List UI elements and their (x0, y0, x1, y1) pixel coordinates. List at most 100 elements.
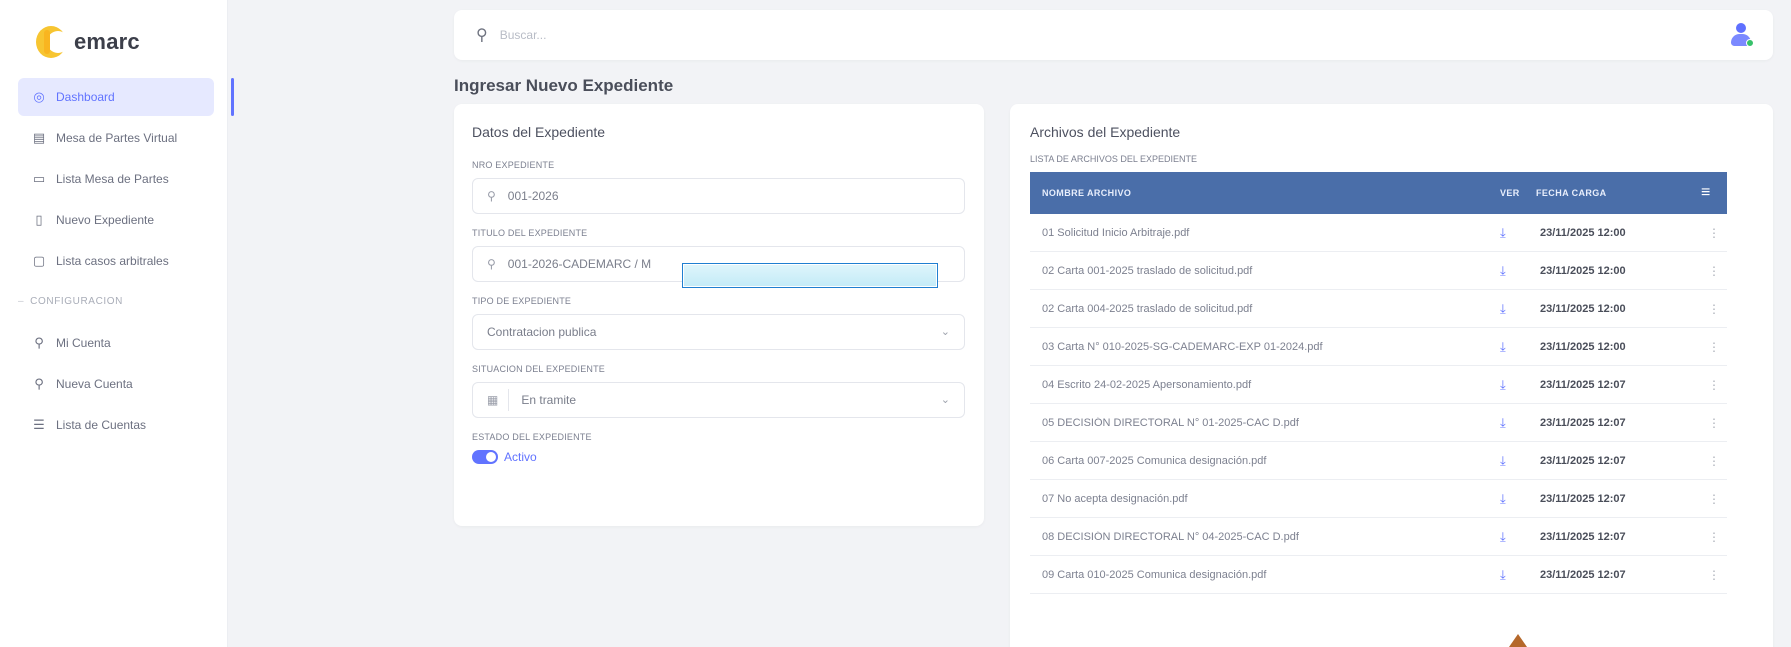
table-row[interactable]: 03 Carta N° 010-2025-SG-CADEMARC-EXP 01-… (1030, 328, 1727, 366)
upload-date: 23/11/2025 12:00 (1540, 264, 1626, 277)
file-name[interactable]: 07 No acepta designación.pdf (1030, 493, 1500, 505)
form-title: Datos del Expediente (472, 124, 606, 140)
row-menu-icon[interactable]: ⋮ (1701, 378, 1727, 392)
download-icon[interactable]: ⤓ (1500, 567, 1536, 583)
sidebar-item-nuevo-expediente[interactable]: ▯ Nuevo Expediente (18, 201, 214, 239)
document-icon: ▤ (32, 130, 46, 145)
column-header-ver[interactable]: VER (1500, 188, 1536, 198)
download-icon[interactable]: ⤓ (1500, 263, 1536, 279)
upload-date: 23/11/2025 12:07 (1540, 530, 1626, 543)
upload-date: 23/11/2025 12:07 (1540, 454, 1626, 467)
file-name[interactable]: 06 Carta 007-2025 Comunica designación.p… (1030, 455, 1500, 467)
table-row[interactable]: 01 Solicitud Inicio Arbitraje.pdf ⤓ 23/11/… (1030, 214, 1727, 252)
sidebar-item-lista-mesa-partes[interactable]: ▭ Lista Mesa de Partes (18, 160, 214, 198)
section-label-configuracion: CONFIGURACION (18, 290, 228, 312)
nro-expediente-value: 001-2026 (507, 189, 559, 203)
user-avatar[interactable] (1729, 23, 1754, 49)
table-row[interactable]: 08 DECISIÓN DIRECTORAL N° 04-2025-CAC D.… (1030, 518, 1727, 556)
download-icon[interactable]: ⤓ (1500, 529, 1536, 545)
file-name[interactable]: 04 Escrito 24-02-2025 Apersonamiento.pdf (1030, 379, 1500, 391)
files-table-body: 01 Solicitud Inicio Arbitraje.pdf ⤓ 23/11/… (1030, 214, 1753, 594)
search-input[interactable] (499, 28, 900, 42)
user-icon: ⚲ (487, 257, 496, 271)
estado-toggle-label: Activo (504, 450, 537, 464)
row-menu-icon[interactable]: ⋮ (1701, 492, 1727, 506)
top-bar: ⚲ (454, 10, 1773, 60)
estado-toggle[interactable] (472, 450, 498, 464)
sidebar-item-label: Lista Mesa de Partes (56, 172, 169, 186)
table-row[interactable]: 09 Carta 010-2025 Comunica designación.p… (1030, 556, 1727, 594)
sidebar-item-label: Mi Cuenta (56, 336, 111, 350)
chevron-down-icon: ⌄ (940, 326, 950, 338)
sidebar-item-nueva-cuenta[interactable]: ⚲ Nueva Cuenta (18, 365, 214, 403)
sidebar-item-label: Nuevo Expediente (56, 213, 155, 227)
table-row[interactable]: 06 Carta 007-2025 Comunica designación.p… (1030, 442, 1727, 480)
files-card: Archivos del Expediente LISTA DE ARCHIVO… (1010, 104, 1773, 647)
download-icon[interactable]: ⤓ (1500, 301, 1536, 317)
list-icon: ☰ (33, 417, 45, 432)
mouse-cursor (1509, 634, 1527, 647)
row-menu-icon[interactable]: ⋮ (1701, 530, 1727, 544)
column-header-fecha[interactable]: FECHA CARGA (1536, 188, 1701, 198)
dashboard-icon: ◎ (33, 89, 45, 104)
upload-date: 23/11/2025 12:00 (1540, 340, 1626, 353)
file-name[interactable]: 02 Carta 001-2025 traslado de solicitud.… (1030, 265, 1500, 277)
autocomplete-highlight (682, 263, 938, 288)
files-title: Archivos del Expediente (1030, 124, 1181, 140)
tipo-expediente-select[interactable]: Contratacion publica ⌄ (472, 314, 965, 350)
upload-date: 23/11/2025 12:07 (1540, 416, 1626, 429)
column-header-name[interactable]: NOMBRE ARCHIVO (1030, 188, 1500, 198)
file-name[interactable]: 09 Carta 010-2025 Comunica designación.p… (1030, 569, 1500, 581)
nro-expediente-field[interactable]: ⚲ 001-2026 (472, 178, 965, 214)
tipo-expediente-label: TIPO DE EXPEDIENTE (472, 296, 572, 306)
upload-date: 23/11/2025 12:07 (1540, 378, 1626, 391)
download-icon[interactable]: ⤓ (1500, 339, 1536, 355)
row-menu-icon[interactable]: ⋮ (1701, 264, 1727, 278)
upload-date: 23/11/2025 12:07 (1540, 492, 1626, 505)
table-row[interactable]: 02 Carta 004-2025 traslado de solicitud.… (1030, 290, 1727, 328)
row-menu-icon[interactable]: ⋮ (1701, 416, 1727, 430)
search-icon: ⚲ (476, 27, 488, 44)
user-icon: ⚲ (34, 335, 44, 350)
row-menu-icon[interactable]: ⋮ (1701, 568, 1727, 582)
table-row[interactable]: 02 Carta 001-2025 traslado de solicitud.… (1030, 252, 1727, 290)
sidebar-nav: ◎ Dashboard ▤ Mesa de Partes Virtual ▭ L… (18, 78, 234, 447)
sidebar-item-label: Mesa de Partes Virtual (56, 131, 178, 145)
download-icon[interactable]: ⤓ (1500, 377, 1536, 393)
table-row[interactable]: 05 DECISIÓN DIRECTORAL N° 01-2025-CAC D.… (1030, 404, 1727, 442)
file-name[interactable]: 03 Carta N° 010-2025-SG-CADEMARC-EXP 01-… (1030, 341, 1500, 353)
logo-text: emarc (74, 29, 140, 54)
file-name[interactable]: 02 Carta 004-2025 traslado de solicitud.… (1030, 303, 1500, 315)
table-row[interactable]: 04 Escrito 24-02-2025 Apersonamiento.pdf… (1030, 366, 1727, 404)
row-menu-icon[interactable]: ⋮ (1701, 226, 1727, 240)
situacion-expediente-label: SITUACION DEL EXPEDIENTE (472, 364, 605, 374)
download-icon[interactable]: ⤓ (1500, 453, 1536, 469)
sidebar-item-mi-cuenta[interactable]: ⚲ Mi Cuenta (18, 324, 214, 362)
file-name[interactable]: 01 Solicitud Inicio Arbitraje.pdf (1030, 227, 1500, 239)
column-menu-icon[interactable]: ≡ (1701, 184, 1727, 202)
row-menu-icon[interactable]: ⋮ (1701, 302, 1727, 316)
sidebar-item-mesa-partes-virtual[interactable]: ▤ Mesa de Partes Virtual (18, 119, 214, 157)
download-icon[interactable]: ⤓ (1500, 225, 1536, 241)
titulo-expediente-value: 001-2026-CADEMARC / M (507, 257, 652, 271)
file-name[interactable]: 05 DECISIÓN DIRECTORAL N° 01-2025-CAC D.… (1030, 417, 1500, 429)
sidebar-item-dashboard[interactable]: ◎ Dashboard (18, 78, 234, 116)
row-menu-icon[interactable]: ⋮ (1701, 340, 1727, 354)
folder-icon: ▢ (32, 253, 46, 268)
logo-icon (36, 26, 69, 58)
logo[interactable]: emarc (36, 26, 140, 58)
estado-toggle-row: Activo (472, 450, 966, 464)
download-icon[interactable]: ⤓ (1500, 491, 1536, 507)
situacion-expediente-select[interactable]: ▦ En tramite ⌄ (472, 382, 965, 418)
download-icon[interactable]: ⤓ (1500, 415, 1536, 431)
file-name[interactable]: 08 DECISIÓN DIRECTORAL N° 04-2025-CAC D.… (1030, 531, 1500, 543)
row-menu-icon[interactable]: ⋮ (1701, 454, 1727, 468)
file-icon: ▯ (35, 212, 43, 227)
table-row[interactable]: 07 No acepta designación.pdf ⤓ 23/11/2025 … (1030, 480, 1727, 518)
chevron-down-icon: ⌄ (940, 394, 950, 406)
sidebar-item-label: Lista de Cuentas (56, 418, 147, 432)
sidebar-item-lista-cuentas[interactable]: ☰ Lista de Cuentas (18, 406, 214, 444)
tipo-expediente-value: Contratacion publica (487, 325, 597, 339)
estado-expediente-label: ESTADO DEL EXPEDIENTE (472, 432, 592, 442)
sidebar-item-lista-casos[interactable]: ▢ Lista casos arbitrales (18, 242, 214, 280)
